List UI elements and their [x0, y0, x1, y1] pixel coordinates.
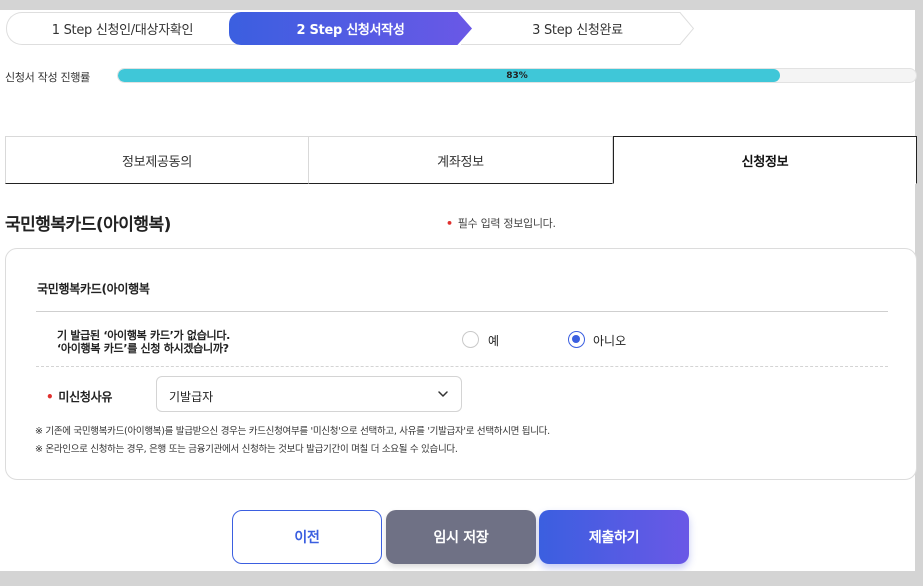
radio-yes-label[interactable]: 예 — [488, 332, 499, 349]
tab-account-info[interactable]: 계좌정보 — [308, 136, 613, 184]
top-border — [0, 0, 923, 10]
note-2: ※ 온라인으로 신청하는 경우, 은행 또는 금융기관에서 신청하는 것보다 발… — [35, 444, 458, 455]
stepper: 1 Step 신청인/대상자확인 3 Step 신청완료 2 Step 신청서작… — [6, 12, 706, 45]
radio-no[interactable] — [568, 331, 585, 348]
tab-account-info-label: 계좌정보 — [437, 154, 484, 170]
required-dot-icon: • — [46, 390, 54, 404]
progress-percent: 83% — [506, 70, 528, 81]
tab-info-consent[interactable]: 정보제공동의 — [5, 136, 309, 184]
required-note-text: 필수 입력 정보입니다. — [457, 217, 556, 230]
required-note: • 필수 입력 정보입니다. — [446, 215, 556, 231]
radio-no-label[interactable]: 아니오 — [593, 332, 626, 349]
bottom-border — [0, 571, 923, 586]
reason-field-label-text: 미신청사유 — [58, 390, 113, 404]
tab-application-info[interactable]: 신청정보 — [613, 136, 917, 184]
required-dot-icon: • — [446, 217, 453, 230]
dashed-divider — [36, 366, 888, 367]
reason-field-label: • 미신청사유 — [46, 388, 112, 405]
submit-button[interactable]: 제출하기 — [539, 510, 689, 564]
divider — [36, 311, 888, 312]
progress-bar: 83% — [117, 68, 917, 83]
card-title: 국민행복카드(아이행복 — [37, 282, 150, 296]
progress-label: 신청서 작성 진행률 — [5, 71, 90, 84]
step-1-label: 1 Step 신청인/대상자확인 — [51, 23, 194, 38]
temp-save-button[interactable]: 임시 저장 — [386, 510, 536, 564]
page: 1 Step 신청인/대상자확인 3 Step 신청완료 2 Step 신청서작… — [0, 0, 923, 586]
tab-application-info-label: 신청정보 — [741, 154, 789, 170]
note-1: ※ 기존에 국민행복카드(아이행복)를 발급받으신 경우는 카드신청여부를 '미… — [35, 426, 550, 437]
reason-select[interactable]: 기발급자 — [156, 376, 462, 412]
radio-yes[interactable] — [462, 331, 479, 348]
tab-info-consent-label: 정보제공동의 — [122, 154, 192, 170]
reason-select-value: 기발급자 — [169, 390, 214, 404]
tab-bar: 정보제공동의 계좌정보 신청정보 — [5, 136, 917, 184]
step-2-active: 2 Step 신청서작성 — [229, 12, 472, 45]
chevron-down-icon — [438, 391, 448, 397]
prev-button[interactable]: 이전 — [232, 510, 382, 564]
application-card: 국민행복카드(아이행복 기 발급된 ‘아이행복 카드’가 없습니다. ‘아이행복… — [5, 248, 917, 480]
question-line-2: ‘아이행복 카드’를 신청 하시겠습니까? — [57, 342, 229, 355]
step-2-label: 2 Step 신청서작성 — [296, 23, 405, 38]
step-3-outline — [461, 12, 694, 45]
step-1: 1 Step 신청인/대상자확인 — [6, 12, 238, 45]
section-title: 국민행복카드(아이행복) — [5, 215, 171, 235]
